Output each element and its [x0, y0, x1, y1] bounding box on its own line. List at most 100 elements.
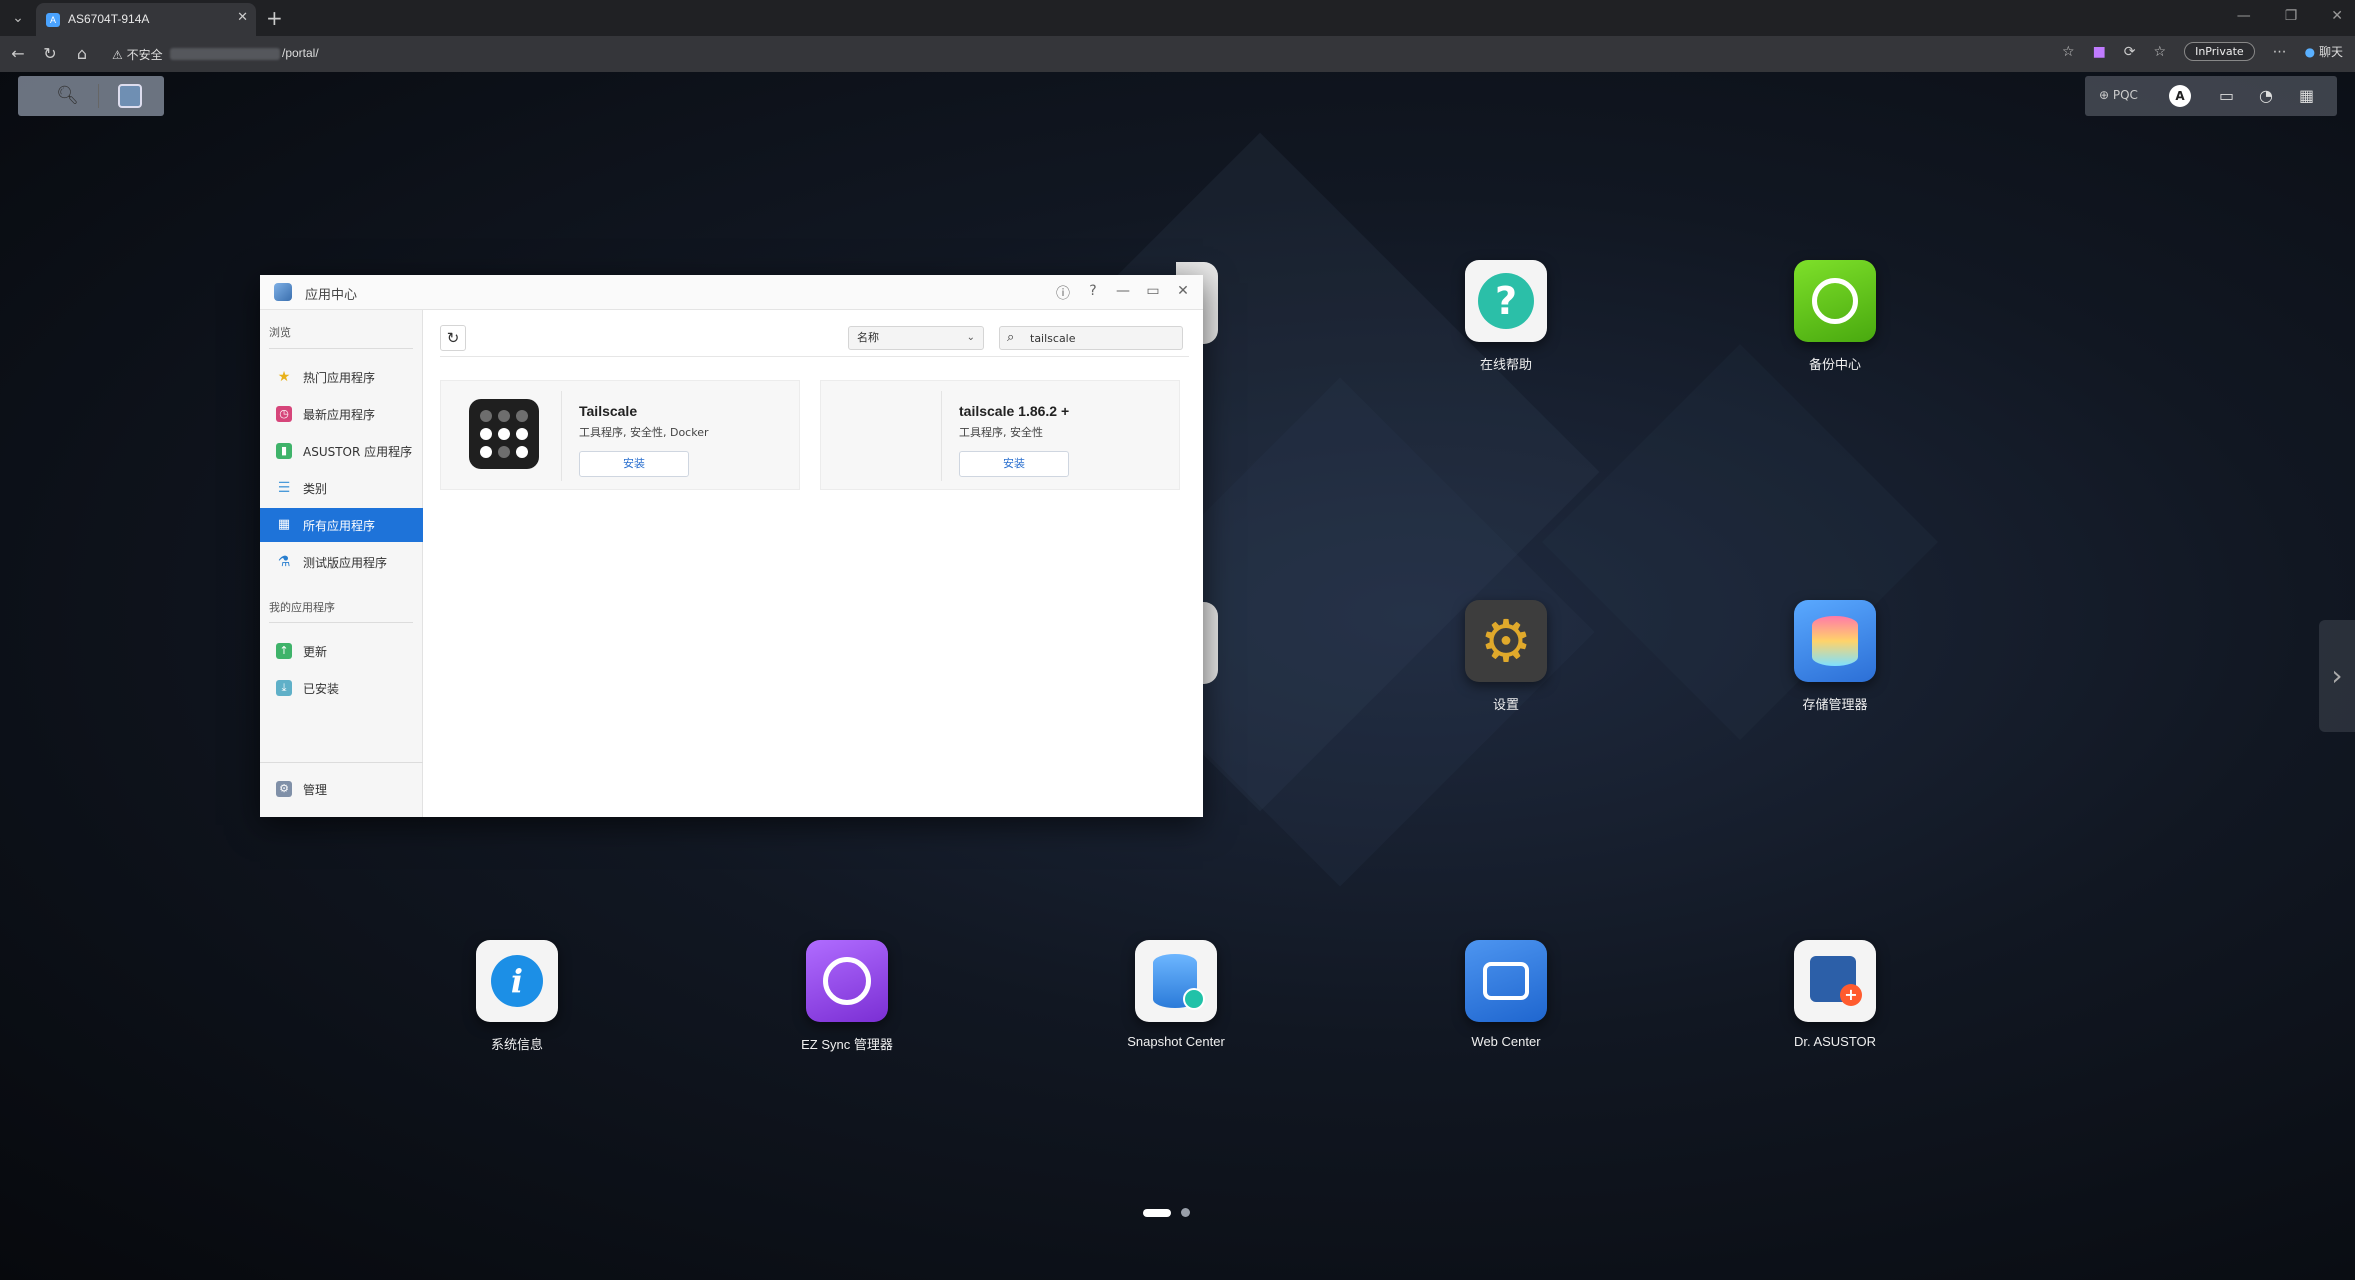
sidebar-item-label: 类别 — [303, 481, 328, 496]
desktop-app-ez-sync[interactable]: EZ Sync 管理器 — [767, 940, 927, 1053]
widgets-icon[interactable]: ▦ — [2299, 86, 2314, 105]
sidebar-item-label: 热门应用程序 — [303, 370, 376, 385]
sidebar-item-label: 更新 — [303, 644, 328, 659]
app-central-taskbar-icon[interactable] — [118, 84, 142, 108]
insecure-warning[interactable]: ⚠ 不安全 — [112, 46, 163, 63]
divider — [260, 762, 423, 763]
inprivate-badge[interactable]: InPrivate — [2184, 42, 2255, 61]
window-buttons: ⓘ ? — ▭ ✕ — [1055, 283, 1191, 303]
install-button[interactable]: 安装 — [959, 451, 1069, 477]
refresh-icon: ↻ — [446, 329, 460, 347]
help-icon[interactable]: ? — [1085, 283, 1101, 303]
update-arrow-icon: ↑ — [276, 643, 292, 659]
close-window-icon[interactable]: ✕ — [2331, 8, 2343, 24]
back-icon[interactable]: ← — [8, 44, 28, 63]
app-result-card[interactable]: tailscale 1.86.2 + 工具程序, 安全性 安装 — [820, 380, 1180, 490]
sidebar-item-newest[interactable]: ◷ 最新应用程序 — [260, 397, 423, 431]
extension-icon[interactable]: ■ — [2093, 44, 2106, 60]
home-icon[interactable]: ⌂ — [72, 44, 92, 63]
app-result-card[interactable]: Tailscale 工具程序, 安全性, Docker 安装 — [440, 380, 800, 490]
desktop-app-online-help[interactable]: ? 在线帮助 — [1426, 260, 1586, 373]
page-dot-active[interactable] — [1143, 1208, 1171, 1217]
browser-refresh-icon[interactable]: ⟳ — [2124, 44, 2136, 60]
refresh-button[interactable]: ↻ — [440, 325, 466, 351]
next-page-arrow-icon[interactable]: › — [2319, 620, 2355, 732]
insecure-label: 不安全 — [126, 48, 163, 62]
desktop-app-backup-center[interactable]: 备份中心 — [1755, 260, 1915, 373]
bar-chart-icon: ▮ — [276, 443, 292, 459]
divider — [269, 348, 413, 349]
desktop-app-label: 在线帮助 — [1479, 357, 1532, 372]
tab-list-chevron-icon[interactable]: ⌄ — [8, 8, 28, 28]
reload-icon[interactable]: ↻ — [40, 44, 60, 63]
sidebar-item-categories[interactable]: ☰ 类别 — [260, 471, 423, 505]
search-value: tailscale — [1030, 332, 1076, 345]
storage-app-tile — [1794, 600, 1876, 682]
tab-title: AS6704T-914A — [68, 12, 150, 26]
sidebar-item-beta-apps[interactable]: ⚗ 测试版应用程序 — [260, 545, 423, 579]
minimize-icon[interactable]: — — [1115, 283, 1131, 303]
desktop-app-web-center[interactable]: Web Center — [1426, 940, 1586, 1049]
medical-plus-icon: + — [1840, 984, 1862, 1006]
backup-app-tile — [1794, 260, 1876, 342]
activity-monitor-icon[interactable]: ◔ — [2259, 86, 2273, 105]
install-button[interactable]: 安装 — [579, 451, 689, 477]
divider — [941, 391, 942, 481]
desktop-app-label: Snapshot Center — [1127, 1034, 1225, 1049]
window-titlebar[interactable]: 应用中心 ⓘ ? — ▭ ✕ — [260, 275, 1203, 310]
sidebar-item-manage[interactable]: ⚙ 管理 — [260, 772, 423, 806]
info-icon[interactable]: ⓘ — [1055, 283, 1071, 303]
clock-icon: ◷ — [276, 406, 292, 422]
tab-close-icon[interactable]: ✕ — [237, 10, 248, 25]
divider — [561, 391, 562, 481]
sidebar-item-asustor-apps[interactable]: ▮ ASUSTOR 应用程序 — [260, 434, 423, 468]
chat-label: 聊天 — [2318, 45, 2343, 59]
app-central-sidebar: 浏览 ★ 热门应用程序 ◷ 最新应用程序 ▮ ASUSTOR 应用程序 ☰ 类别… — [260, 310, 423, 817]
desktop-search-icon[interactable]: 🔍︎ — [56, 85, 79, 106]
sidebar-item-installed[interactable]: ⤓ 已安装 — [260, 671, 423, 705]
desktop-app-label: EZ Sync 管理器 — [801, 1037, 893, 1052]
desktop-app-label: Dr. ASUSTOR — [1793, 1034, 1877, 1049]
notifications-icon[interactable]: ▭ — [2219, 86, 2234, 105]
desktop-app-snapshot-center[interactable]: Snapshot Center — [1096, 940, 1256, 1049]
browser-tab-bar: ⌄ A AS6704T-914A ✕ + — ❐ ✕ — [0, 0, 2355, 36]
favorite-star-icon[interactable]: ☆ — [2062, 44, 2075, 60]
window-title: 应用中心 — [305, 288, 358, 303]
dr-asustor-app-tile: + — [1794, 940, 1876, 1022]
minimize-window-icon[interactable]: — — [2237, 8, 2251, 24]
web-center-app-tile — [1465, 940, 1547, 1022]
search-icon: ⌕ — [1007, 330, 1015, 345]
desktop-app-label: 系统信息 — [490, 1037, 543, 1052]
desktop-app-settings[interactable]: ⚙ 设置 — [1426, 600, 1586, 713]
pqc-indicator[interactable]: ⊕ PQC — [2099, 88, 2138, 102]
app-search-input[interactable]: ⌕ tailscale — [999, 326, 1183, 350]
collections-icon[interactable]: ☆ — [2154, 44, 2167, 60]
sidebar-item-label: 已安装 — [303, 681, 340, 696]
sidebar-item-updates[interactable]: ↑ 更新 — [260, 634, 423, 668]
web-server-icon — [1483, 962, 1529, 1000]
more-menu-icon[interactable]: ⋯ — [2273, 44, 2287, 60]
desktop-app-dr-asustor[interactable]: + Dr. ASUSTOR — [1755, 940, 1915, 1049]
restore-window-icon[interactable]: ❐ — [2285, 8, 2298, 24]
sidebar-item-all-apps[interactable]: ▦ 所有应用程序 — [260, 508, 423, 542]
sort-select[interactable]: 名称 ⌄ — [848, 326, 984, 350]
pqc-label: PQC — [2112, 88, 2138, 102]
my-apps-section-title: 我的应用程序 — [269, 601, 335, 614]
desktop-app-system-info[interactable]: i 系统信息 — [437, 940, 597, 1053]
cloud-sync-icon — [823, 957, 871, 1005]
user-avatar[interactable]: A — [2169, 85, 2191, 107]
divider — [98, 84, 99, 108]
new-tab-icon[interactable]: + — [266, 6, 283, 30]
storage-disk-icon — [1812, 616, 1858, 666]
url-field[interactable]: ⚠ 不安全 /portal/ — [104, 41, 2064, 67]
maximize-icon[interactable]: ▭ — [1145, 283, 1161, 303]
app-central-main: ↻ 名称 ⌄ ⌕ tailscale Tailscale 工具程序, 安全性, … — [424, 310, 1203, 817]
info-icon: i — [491, 955, 543, 1007]
close-icon[interactable]: ✕ — [1175, 283, 1191, 303]
page-dot[interactable] — [1181, 1208, 1190, 1217]
window-controls: — ❐ ✕ — [2237, 8, 2343, 24]
sidebar-item-popular[interactable]: ★ 热门应用程序 — [260, 360, 423, 394]
desktop-app-storage-manager[interactable]: 存储管理器 — [1755, 600, 1915, 713]
copilot-chat-button[interactable]: ● 聊天 — [2305, 43, 2343, 60]
browser-tab[interactable]: A AS6704T-914A ✕ — [36, 3, 256, 36]
